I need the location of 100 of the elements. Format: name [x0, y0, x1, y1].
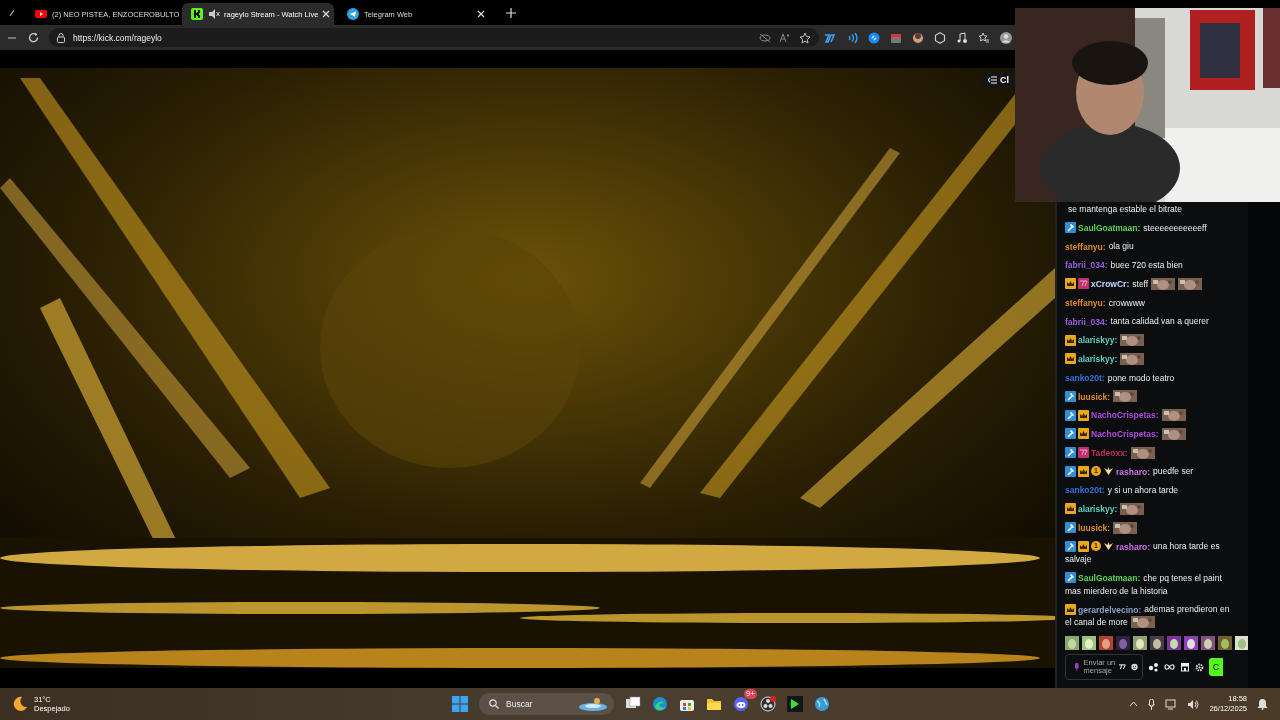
avatar-extension-icon[interactable]	[912, 31, 924, 44]
seven-badge-icon	[1078, 447, 1089, 458]
hammer-badge-icon	[1065, 390, 1076, 402]
read-aloud-icon[interactable]	[779, 32, 791, 43]
music-note-icon[interactable]	[956, 31, 968, 44]
hammer-badge-icon	[1065, 447, 1076, 458]
notification-badge: 9+	[743, 689, 757, 699]
url-text: https://kick.com/rageylo	[73, 32, 162, 43]
crown-badge-icon	[1065, 503, 1076, 515]
close-icon[interactable]	[322, 10, 331, 18]
chevron-up-icon[interactable]	[1129, 701, 1139, 707]
message-text: crowwww	[1108, 297, 1145, 308]
message-text: puedfe ser	[1153, 466, 1194, 477]
crown-badge-icon	[1065, 603, 1076, 615]
message-text: tanta calidad van a querer	[1110, 316, 1209, 327]
volume-icon[interactable]	[1187, 698, 1200, 710]
close-icon[interactable]	[477, 10, 485, 18]
calendar-icon[interactable]	[890, 31, 902, 44]
username[interactable]: luusick:	[1078, 522, 1111, 533]
message-text: che pq tenes el paint	[1143, 572, 1222, 583]
crown-badge-icon	[1065, 353, 1076, 365]
wave-logo-icon[interactable]	[652, 696, 668, 712]
crown-badge-icon	[1078, 465, 1089, 477]
moon-icon	[12, 696, 28, 712]
hammer-badge-icon	[1065, 222, 1076, 233]
record-circle-icon[interactable]	[760, 696, 776, 712]
hammer-badge-icon	[1065, 540, 1076, 552]
hammer-badge-icon	[1065, 572, 1076, 584]
crown-badge-icon	[1065, 334, 1076, 346]
seven-badge-icon	[1078, 278, 1089, 290]
username[interactable]: sanko20t:	[1065, 372, 1105, 383]
username[interactable]: Tadeoxx:	[1091, 447, 1128, 458]
bell-icon[interactable]	[1257, 698, 1268, 710]
username[interactable]: alariskyy:	[1078, 335, 1118, 345]
muted-speaker-icon[interactable]	[208, 8, 220, 20]
community-icon[interactable]	[1148, 662, 1159, 672]
message-text: steff	[1132, 278, 1149, 289]
address-field[interactable]: https://kick.com/rageylo	[49, 28, 819, 47]
settings-icon[interactable]	[1195, 662, 1204, 672]
paper-plane-icon	[346, 7, 360, 21]
hammer-badge-icon	[1065, 428, 1076, 440]
crown-badge-icon	[1065, 278, 1076, 290]
username[interactable]: fabrii_034:	[1065, 316, 1108, 327]
username[interactable]: steffanyu:	[1065, 241, 1106, 252]
smiley-icon[interactable]	[1131, 662, 1138, 672]
username[interactable]: SaulGoatmaan:	[1078, 572, 1141, 583]
wings-badge-icon	[1103, 540, 1114, 552]
globe-icon[interactable]	[814, 696, 830, 712]
chevron-icon[interactable]	[8, 7, 16, 18]
username[interactable]: gerardelvecino:	[1078, 604, 1142, 615]
username[interactable]: fabrii_034:	[1065, 260, 1108, 270]
folder-icon[interactable]	[706, 696, 722, 712]
username[interactable]: luusick:	[1078, 391, 1111, 402]
username[interactable]: NachoCrispetas:	[1091, 410, 1159, 420]
lock-icon	[57, 32, 65, 43]
message-text: se mantenga estable el bitrate	[1068, 203, 1182, 214]
store-icon[interactable]	[1180, 662, 1190, 672]
chat-toggle-button[interactable]: Cl	[982, 72, 1015, 88]
plus-icon[interactable]	[506, 7, 516, 18]
username[interactable]: rasharo:	[1116, 466, 1150, 477]
network-icon[interactable]	[1165, 698, 1178, 710]
sound-waves-icon[interactable]	[846, 31, 858, 44]
shazam-icon[interactable]	[868, 31, 880, 44]
seven-emote-icon[interactable]	[1119, 663, 1127, 671]
profile-avatar-icon[interactable]	[1000, 31, 1012, 44]
search-field[interactable]: Buscar	[479, 693, 614, 715]
microphone-icon[interactable]	[1074, 661, 1080, 673]
game-controller-icon[interactable]	[733, 696, 749, 712]
hammer-badge-icon	[1065, 522, 1076, 533]
message-text: ola giu	[1108, 241, 1134, 252]
wings-badge-icon	[1103, 465, 1114, 477]
play-arrows-icon[interactable]	[787, 696, 803, 712]
username[interactable]: xCrowCr:	[1091, 278, 1130, 289]
message-text: ademas prendieron en	[1144, 604, 1230, 615]
username[interactable]: sanko20t:	[1065, 485, 1105, 495]
infinity-icon[interactable]	[1164, 663, 1175, 671]
search-icon	[489, 699, 499, 709]
crown-badge-icon	[1078, 409, 1089, 421]
chat-send-button[interactable]: C	[1209, 658, 1223, 676]
message-text: buee 720 esta bien	[1110, 260, 1183, 270]
username[interactable]: steffanyu:	[1065, 297, 1106, 308]
collapse-icon	[988, 76, 997, 84]
message-text: una hora tarde es	[1153, 541, 1220, 552]
username[interactable]: alariskyy:	[1078, 353, 1118, 364]
username[interactable]: alariskyy:	[1078, 503, 1118, 514]
reload-icon[interactable]	[28, 32, 39, 43]
play-icon	[34, 7, 48, 21]
message-text: y si un ahora tarde	[1107, 485, 1179, 495]
username[interactable]: NachoCrispetas:	[1091, 428, 1159, 439]
extension-icon[interactable]	[824, 31, 836, 44]
username[interactable]: SaulGoatmaan:	[1078, 222, 1141, 233]
message-text: mas mierdero de la historia	[1065, 585, 1168, 596]
star-icon[interactable]	[799, 31, 811, 44]
windows-start-icon[interactable]	[452, 696, 468, 712]
microphone-icon[interactable]	[1148, 698, 1156, 710]
hexagon-icon[interactable]	[934, 31, 946, 44]
eye-slash-icon[interactable]	[759, 32, 771, 43]
emote-icon[interactable]	[1235, 636, 1249, 650]
username[interactable]: rasharo:	[1116, 541, 1150, 552]
favorites-icon[interactable]	[978, 31, 990, 44]
